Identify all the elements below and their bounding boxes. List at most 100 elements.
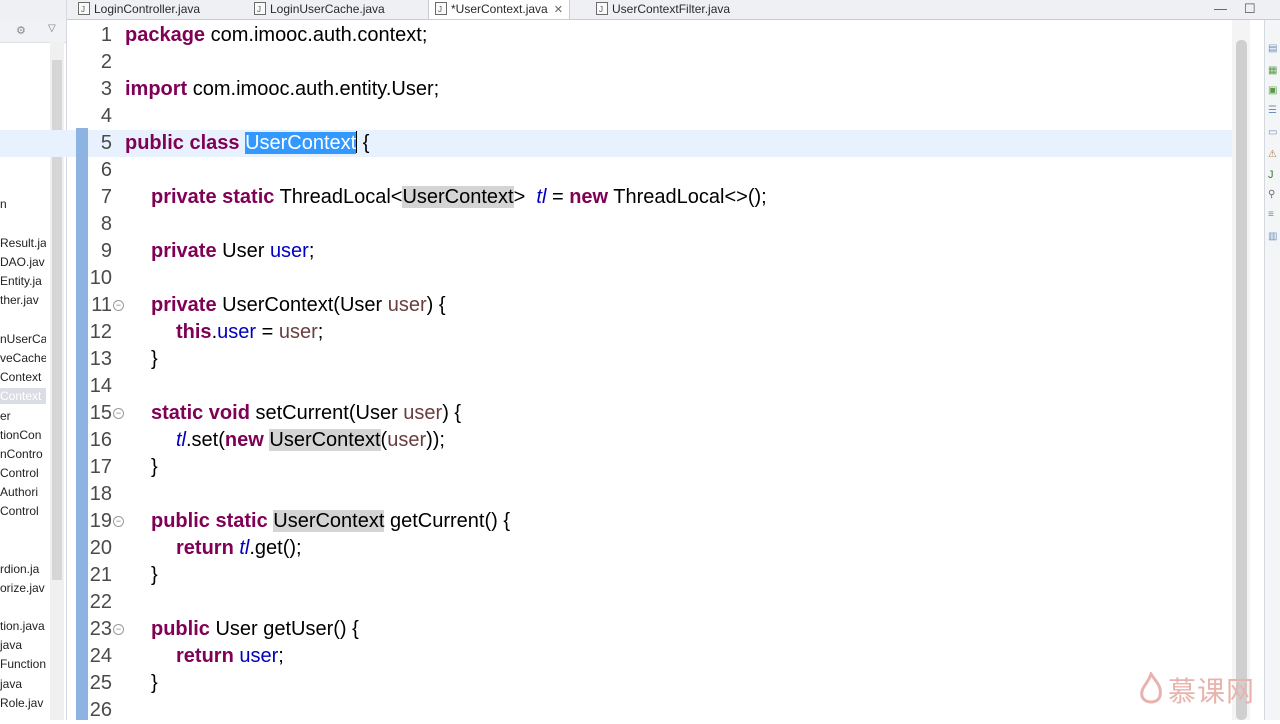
code-token: >: [513, 186, 537, 208]
imooc-logo-icon: [1140, 672, 1162, 704]
keyword: private: [151, 294, 217, 316]
occurrence-highlight: UserContext: [273, 510, 385, 532]
keyword: package: [125, 24, 206, 46]
code-token: .set(: [186, 429, 225, 451]
code-token: ));: [426, 429, 445, 451]
code-text: }: [151, 564, 158, 586]
tab-logincontroller[interactable]: LoginController.java: [78, 0, 200, 19]
code-line: 23 − public User getUser() {: [0, 616, 1232, 643]
line-number: 4: [100, 105, 112, 127]
tab-label: LoginController.java: [94, 2, 201, 16]
code-line: 21 }: [0, 562, 1232, 589]
code-token: =: [546, 186, 570, 208]
tab-label: *UserContext.java: [451, 2, 548, 16]
right-toolbar: [1264, 20, 1280, 720]
keyword: new: [224, 429, 264, 451]
keyword: return: [176, 645, 234, 667]
fold-toggle-icon[interactable]: −: [113, 516, 124, 527]
close-icon[interactable]: ✕: [554, 4, 563, 16]
keyword: new: [569, 186, 609, 208]
code-text: public User getUser() {: [151, 616, 359, 643]
code-text: tl.set(new UserContext(user));: [176, 427, 445, 454]
line-number: 1: [100, 24, 112, 46]
keyword: this: [176, 321, 212, 343]
parameter: user: [403, 402, 443, 424]
tab-loginusercache[interactable]: LoginUserCache.java: [254, 0, 385, 19]
code-text: }: [151, 456, 158, 478]
code-token: User: [216, 240, 270, 262]
code-token: ThreadLocal<>();: [608, 186, 767, 208]
code-text: return tl.get();: [176, 535, 302, 562]
servers-icon[interactable]: ≡: [1268, 210, 1278, 220]
fold-toggle-icon[interactable]: −: [113, 624, 124, 635]
code-line: 22: [0, 589, 1232, 616]
keyword: public class: [125, 132, 240, 154]
code-editor[interactable]: 1 package com.imooc.auth.context; 2 3 im…: [0, 20, 1232, 721]
explorer-header: [0, 0, 66, 21]
code-text: private static ThreadLocal<UserContext> …: [151, 184, 767, 211]
javadoc-icon[interactable]: J: [1268, 170, 1278, 181]
package-icon[interactable]: ▣: [1268, 86, 1278, 96]
line-number: 3: [100, 78, 112, 100]
editor-scroll-thumb[interactable]: [1236, 40, 1247, 720]
occurrence-highlight: UserContext: [402, 186, 514, 208]
search-icon[interactable]: ⚲: [1268, 190, 1278, 200]
static-field: tl: [239, 537, 250, 559]
selected-class-name: UserContext: [245, 132, 357, 154]
hierarchy-icon[interactable]: ▦: [1268, 66, 1278, 76]
code-line: 10: [0, 265, 1232, 292]
tab-label: LoginUserCache.java: [270, 2, 385, 16]
code-token: ) {: [442, 402, 462, 424]
parameter: user: [387, 294, 427, 316]
minimize-button[interactable]: —: [1214, 0, 1227, 17]
code-token: .get();: [249, 537, 302, 559]
console-icon[interactable]: ▭: [1268, 128, 1278, 138]
static-field: tl: [176, 429, 186, 451]
code-text: return user;: [176, 643, 284, 670]
code-line-current: 5 public class UserContext {: [0, 130, 1232, 157]
field: user: [269, 240, 309, 262]
code-line: 25 }: [0, 670, 1232, 697]
keyword: private static: [151, 186, 275, 208]
code-token: setCurrent(User: [249, 402, 404, 424]
code-token: ;: [278, 645, 284, 667]
maximize-button[interactable]: ☐: [1244, 0, 1256, 17]
task-icon[interactable]: ☰: [1268, 106, 1278, 116]
code-line: 17 }: [0, 454, 1232, 481]
code-text: }: [151, 672, 158, 694]
code-line: 9 private User user;: [0, 238, 1232, 265]
field: user: [239, 645, 279, 667]
keyword: static void: [151, 402, 250, 424]
tab-usercontextfilter[interactable]: UserContextFilter.java: [596, 0, 730, 19]
code-line: 24 return user;: [0, 643, 1232, 670]
code-line: 6: [0, 157, 1232, 184]
code-token: User getUser() {: [209, 618, 359, 640]
field: user: [217, 321, 257, 343]
problems-icon[interactable]: ⚠: [1268, 150, 1278, 160]
fold-toggle-icon[interactable]: −: [113, 408, 124, 419]
outline-icon[interactable]: ▤: [1268, 44, 1278, 54]
code-line: 12 this.user = user;: [0, 319, 1232, 346]
keyword: public: [151, 618, 210, 640]
code-line: 1 package com.imooc.auth.context;: [0, 22, 1232, 49]
code-line: 8: [0, 211, 1232, 238]
code-token: getCurrent() {: [384, 510, 511, 532]
change-marker: [76, 128, 88, 720]
fold-toggle-icon[interactable]: −: [113, 300, 124, 311]
code-token: com.imooc.auth.entity.User;: [187, 78, 440, 100]
java-file-icon: [435, 0, 447, 19]
java-file-icon: [78, 0, 90, 19]
line-number: 2: [100, 51, 112, 73]
java-file-icon: [254, 0, 266, 19]
code-text: this.user = user;: [176, 319, 323, 346]
code-text: public class UserContext {: [125, 130, 369, 157]
code-line: 15 − static void setCurrent(User user) {: [0, 400, 1232, 427]
code-text: static void setCurrent(User user) {: [151, 400, 461, 427]
progress-icon[interactable]: ▥: [1268, 232, 1278, 242]
code-line: 16 tl.set(new UserContext(user));: [0, 427, 1232, 454]
code-text: package com.imooc.auth.context;: [125, 22, 427, 49]
code-token: {: [357, 132, 370, 154]
tab-usercontext[interactable]: *UserContext.java ✕: [428, 0, 570, 19]
code-token: UserContext(User: [216, 294, 388, 316]
editor-tab-bar: LoginController.java LoginUserCache.java…: [66, 0, 1280, 20]
